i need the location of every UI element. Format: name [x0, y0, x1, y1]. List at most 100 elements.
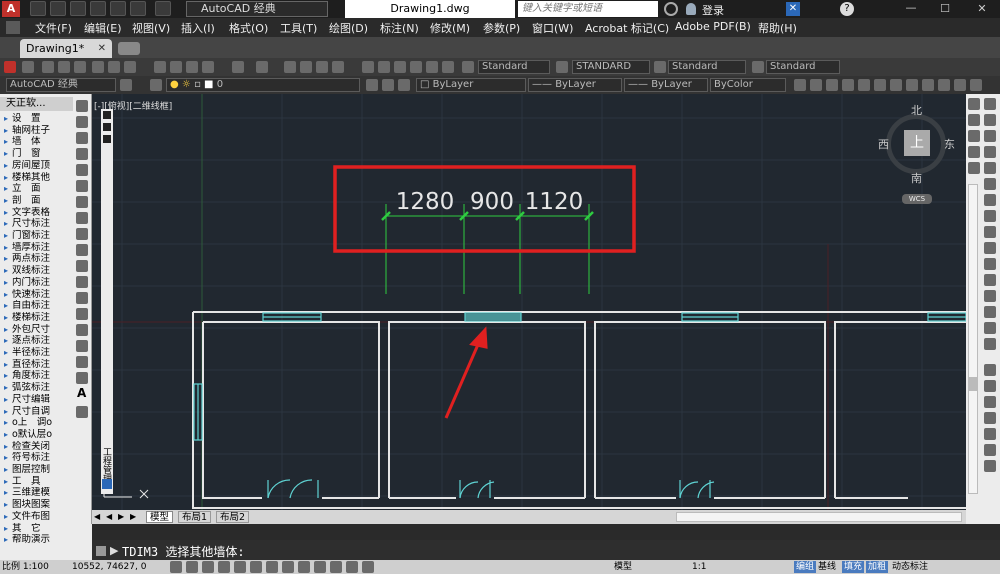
- layer-previous-icon[interactable]: [382, 79, 394, 91]
- tab-drawing1[interactable]: Drawing1* ✕: [20, 39, 112, 58]
- copy-object-icon[interactable]: [984, 114, 996, 126]
- properties-icon[interactable]: [362, 61, 374, 73]
- workspace-combo[interactable]: AutoCAD 经典: [6, 78, 116, 92]
- tool-icon[interactable]: [826, 79, 838, 91]
- menu-dimension[interactable]: 标注(N): [380, 20, 419, 36]
- menu-help[interactable]: 帮助(H): [758, 20, 797, 36]
- viewcube-top-face[interactable]: 上: [904, 130, 930, 156]
- object-snap-icon[interactable]: [984, 428, 996, 440]
- new-tab-button[interactable]: [118, 42, 140, 55]
- compass-east[interactable]: 东: [944, 136, 955, 152]
- panel-item[interactable]: ▸ 角度标注: [0, 370, 73, 382]
- viewcube[interactable]: 上 北 南 西 东 WCS: [878, 104, 958, 206]
- quick-properties-icon[interactable]: [346, 561, 358, 573]
- tool-icon[interactable]: [970, 79, 982, 91]
- panel-item[interactable]: ▸ 两点标注: [0, 253, 73, 265]
- menu-view[interactable]: 视图(V): [132, 20, 170, 36]
- join-icon[interactable]: [984, 290, 996, 302]
- undo-icon[interactable]: [130, 1, 146, 16]
- undo-icon[interactable]: [232, 61, 244, 73]
- mleader-style-select[interactable]: Standard: [766, 60, 840, 74]
- panel-item[interactable]: ▸ 内门标注: [0, 277, 73, 289]
- panel-item[interactable]: ▸ 文件布图: [0, 511, 73, 523]
- text-style-select[interactable]: Standard: [478, 60, 550, 74]
- showmotion-icon[interactable]: [968, 162, 980, 174]
- panel-item[interactable]: ▸ 楼梯标注: [0, 312, 73, 324]
- chamfer-icon[interactable]: [984, 306, 996, 318]
- tab-nav-next[interactable]: ▶: [118, 512, 124, 521]
- panel-item[interactable]: ▸ 帮助演示: [0, 534, 73, 546]
- mleader-style-icon[interactable]: [752, 61, 764, 73]
- panel-item[interactable]: ▸ 弧弦标注: [0, 382, 73, 394]
- object-snap-icon[interactable]: [984, 364, 996, 376]
- exchange-icon[interactable]: ✕: [786, 2, 800, 16]
- gear-icon[interactable]: [120, 79, 132, 91]
- panel-item[interactable]: ▸ 尺寸自调: [0, 406, 73, 418]
- polyline-icon[interactable]: [76, 132, 88, 144]
- annotation-scale[interactable]: 1:1: [692, 561, 706, 573]
- panel-close-icon[interactable]: [103, 123, 111, 131]
- tool-icon[interactable]: [794, 79, 806, 91]
- stretch-icon[interactable]: [984, 226, 996, 238]
- panel-item[interactable]: ▸ 直径标注: [0, 359, 73, 371]
- dim-style-icon[interactable]: [556, 61, 568, 73]
- panel-item[interactable]: ▸ 门 窗: [0, 148, 73, 160]
- tool-icon[interactable]: [922, 79, 934, 91]
- region-icon[interactable]: [76, 356, 88, 368]
- make-current-icon[interactable]: [366, 79, 378, 91]
- snap-icon[interactable]: [170, 561, 182, 573]
- tab-layout2[interactable]: 布局2: [216, 511, 250, 523]
- panel-item[interactable]: ▸ 尺寸编辑: [0, 394, 73, 406]
- insert-block-icon[interactable]: [76, 276, 88, 288]
- table-style-select[interactable]: Standard: [668, 60, 746, 74]
- panel-item[interactable]: ▸ 房间屋顶: [0, 160, 73, 172]
- tool-icon[interactable]: [810, 79, 822, 91]
- pan-icon[interactable]: [968, 114, 980, 126]
- panel-item[interactable]: ▸ 墙厚标注: [0, 242, 73, 254]
- array-icon[interactable]: [984, 162, 996, 174]
- paste-icon[interactable]: [186, 61, 198, 73]
- construction-line-icon[interactable]: [76, 116, 88, 128]
- dim-style-select[interactable]: STANDARD: [572, 60, 650, 74]
- tool-icon[interactable]: [938, 79, 950, 91]
- tab-nav-last[interactable]: ▶: [130, 512, 136, 521]
- tab-model[interactable]: 模型: [146, 511, 174, 523]
- copy-icon[interactable]: [170, 61, 182, 73]
- tool-icon[interactable]: [858, 79, 870, 91]
- layer-state-icon[interactable]: [398, 79, 410, 91]
- spline-icon[interactable]: [76, 228, 88, 240]
- panel-item[interactable]: ▸ 工 具: [0, 476, 73, 488]
- color-select[interactable]: □ ByLayer: [416, 78, 526, 92]
- orbit-icon[interactable]: [968, 146, 980, 158]
- rotate-icon[interactable]: [984, 194, 996, 206]
- explode-icon[interactable]: [984, 338, 996, 350]
- pan-icon[interactable]: [284, 61, 296, 73]
- search-icon[interactable]: [664, 2, 678, 16]
- save-icon[interactable]: [74, 61, 86, 73]
- polar-icon[interactable]: [218, 561, 230, 573]
- panel-item[interactable]: ▸ 图层控制: [0, 464, 73, 476]
- project-icon[interactable]: [102, 479, 112, 489]
- panel-item[interactable]: ▸ 自由标注: [0, 300, 73, 312]
- menu-modify[interactable]: 修改(M): [430, 20, 470, 36]
- tool-palettes-icon[interactable]: [394, 61, 406, 73]
- compass-west[interactable]: 西: [878, 136, 889, 152]
- menu-edit[interactable]: 编辑(E): [84, 20, 122, 36]
- panel-item[interactable]: ▸ 双线标注: [0, 265, 73, 277]
- tab-nav-prev[interactable]: ◀: [106, 512, 112, 521]
- menu-parametric[interactable]: 参数(P): [483, 20, 520, 36]
- break-icon[interactable]: [984, 274, 996, 286]
- 3dosnap-icon[interactable]: [250, 561, 262, 573]
- panel-item[interactable]: ▸ 尺寸标注: [0, 218, 73, 230]
- zoom-icon[interactable]: [968, 130, 980, 142]
- ellipse-arc-icon[interactable]: [76, 260, 88, 272]
- linetype-select[interactable]: —— ByLayer: [528, 78, 622, 92]
- status-button-fill[interactable]: 填充: [842, 561, 865, 573]
- ortho-icon[interactable]: [202, 561, 214, 573]
- object-snap-icon[interactable]: [984, 380, 996, 392]
- scroll-thumb[interactable]: [969, 377, 977, 391]
- maximize-button[interactable]: ☐: [930, 0, 960, 18]
- transparency-icon[interactable]: [330, 561, 342, 573]
- object-snap-icon[interactable]: [984, 460, 996, 472]
- command-close-icon[interactable]: [96, 546, 106, 556]
